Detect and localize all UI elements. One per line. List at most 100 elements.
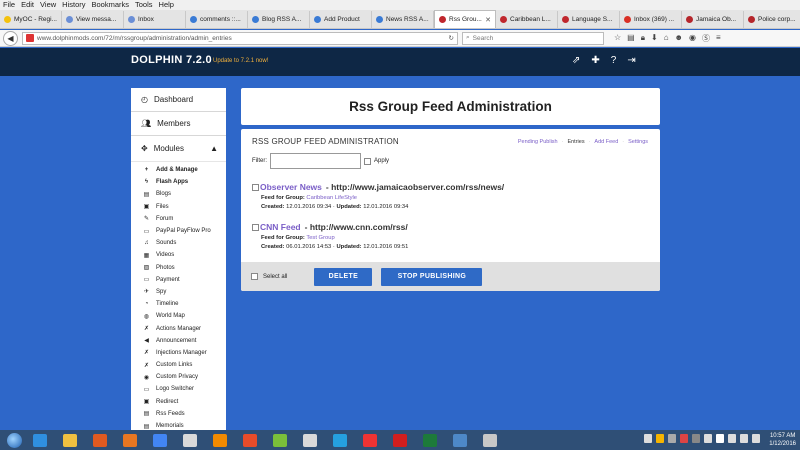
apply-checkbox[interactable] (364, 157, 371, 165)
menu-icon[interactable]: ≡ (716, 33, 721, 44)
sidebar-module-item[interactable]: ▤ Memorials (131, 420, 226, 430)
feed-name-link[interactable]: Observer News (260, 182, 322, 192)
tray-icon[interactable] (668, 434, 676, 443)
browser-tab[interactable]: News RSS A... (372, 11, 434, 28)
external-link-icon[interactable]: ⇗ (572, 55, 580, 66)
menu-item[interactable]: Tools (135, 0, 153, 10)
feed-checkbox[interactable] (252, 223, 259, 231)
sidebar-module-item[interactable]: ✈ Spy (131, 286, 226, 298)
tray-icon[interactable] (716, 434, 724, 443)
sidebar-module-item[interactable]: ▭ Payment (131, 274, 226, 286)
browser-tab[interactable]: comments ::... (186, 11, 248, 28)
tray-icon[interactable] (656, 434, 664, 443)
taskbar-app-icon[interactable] (295, 431, 325, 449)
taskbar-app-icon[interactable] (475, 431, 505, 449)
sidebar-module-item[interactable]: + Add & Manage (131, 164, 226, 176)
tray-icon[interactable] (692, 434, 700, 443)
download-icon[interactable]: ⬇ (651, 33, 658, 44)
settings-link[interactable]: Settings (628, 139, 648, 145)
group-link[interactable]: Caribbean LifeStyle (306, 195, 357, 201)
sidebar-module-item[interactable]: ♫ Sounds (131, 237, 226, 249)
select-all-checkbox[interactable] (251, 273, 258, 280)
menu-item[interactable]: History (62, 0, 85, 10)
browser-tab[interactable]: Inbox (124, 11, 186, 28)
tray-icon[interactable] (740, 434, 748, 443)
taskbar-app-icon[interactable] (85, 431, 115, 449)
menu-item[interactable]: Help (159, 0, 174, 10)
clock[interactable]: 10:57 AM 1/12/2016 (769, 432, 796, 448)
tray-icon[interactable] (752, 434, 760, 443)
sidebar-module-item[interactable]: ✗ Custom Links (131, 359, 226, 371)
sidebar-module-item[interactable]: ▤ Rss Feeds (131, 408, 226, 420)
taskbar-app-icon[interactable] (145, 431, 175, 449)
delete-button[interactable]: DELETE (314, 267, 373, 286)
browser-tab[interactable]: Add Product (310, 11, 372, 28)
menu-item[interactable]: View (40, 0, 56, 10)
url-bar[interactable]: www.dolphinmods.com/72/m/rssgroup/admini… (22, 31, 458, 45)
menu-item[interactable]: File (3, 0, 15, 10)
sidebar-module-item[interactable]: ▣ Files (131, 201, 226, 213)
browser-tab[interactable]: Police corp... (744, 11, 800, 28)
group-link[interactable]: Test Group (306, 235, 334, 241)
back-button[interactable]: ◀ (3, 30, 18, 46)
feed-name-link[interactable]: CNN Feed (260, 222, 301, 232)
menu-item[interactable]: Bookmarks (92, 0, 130, 10)
puzzle-icon[interactable]: ✚ (591, 55, 599, 66)
taskbar-app-icon[interactable] (385, 431, 415, 449)
taskbar-app-icon[interactable] (175, 431, 205, 449)
tray-icon[interactable] (704, 434, 712, 443)
browser-tab[interactable]: View messa... (62, 11, 124, 28)
taskbar-app-icon[interactable] (265, 431, 295, 449)
browser-tab[interactable]: Rss Grou... ✕ (434, 10, 496, 28)
start-button[interactable] (3, 431, 25, 449)
stop-publishing-button[interactable]: STOP PUBLISHING (381, 267, 483, 286)
tray-icon[interactable] (644, 434, 652, 443)
menu-item[interactable]: Edit (21, 0, 34, 10)
sidebar-module-item[interactable]: ϟ Flash Apps (131, 176, 226, 188)
filter-input[interactable] (270, 153, 361, 169)
sidebar-module-item[interactable]: ▭ PayPal PayFlow Pro (131, 225, 226, 237)
taskbar-app-icon[interactable] (445, 431, 475, 449)
feed-checkbox[interactable] (252, 183, 259, 191)
browser-tab[interactable]: Language S... (558, 11, 620, 28)
close-tab-icon[interactable]: ✕ (485, 16, 491, 24)
sidebar-module-item[interactable]: ▦ Videos (131, 249, 226, 261)
sidebar-module-item[interactable]: ◔ Timeline (131, 298, 226, 310)
brand-logo[interactable]: DOLPHIN 7.2.0 (131, 54, 212, 66)
browser-tab[interactable]: Inbox (369) ... (620, 11, 682, 28)
taskbar-app-icon[interactable] (325, 431, 355, 449)
browser-tab[interactable]: Jamaica Ob... (682, 11, 744, 28)
taskbar-app-icon[interactable] (25, 431, 55, 449)
chat-icon[interactable]: ☻ (675, 33, 683, 44)
sidebar-module-item[interactable]: ▤ Blogs (131, 188, 226, 200)
home-icon[interactable]: ⌂ (664, 33, 669, 44)
browser-tab[interactable]: Blog RSS A... (248, 11, 310, 28)
sidebar-item-dashboard[interactable]: ◴ Dashboard (131, 88, 226, 112)
reload-icon[interactable]: ↻ (449, 34, 454, 42)
taskbar-app-icon[interactable] (355, 431, 385, 449)
pending-publish-link[interactable]: Pending Publish (518, 139, 558, 145)
sidebar-module-item[interactable]: ▨ Photos (131, 262, 226, 274)
add-feed-link[interactable]: Add Feed (594, 139, 618, 145)
taskbar-app-icon[interactable] (235, 431, 265, 449)
sidebar-module-item[interactable]: ✎ Forum (131, 213, 226, 225)
entries-link[interactable]: Entries (567, 139, 584, 145)
sidebar-module-item[interactable]: ◉ Custom Privacy (131, 371, 226, 383)
lock-icon[interactable]: 🔒︎ (641, 33, 645, 44)
logout-icon[interactable]: ⇥ (627, 55, 635, 66)
sidebar-item-members[interactable]: 👥︎ Members (131, 112, 226, 136)
bookmark-star-icon[interactable]: ☆ (614, 33, 621, 44)
taskbar-app-icon[interactable] (115, 431, 145, 449)
help-icon[interactable]: ? (611, 55, 617, 66)
taskbar-app-icon[interactable] (55, 431, 85, 449)
tray-icon[interactable] (728, 434, 736, 443)
search-input[interactable]: ⌕ Search (462, 31, 604, 45)
sidebar-module-item[interactable]: ✗ Injections Manager (131, 347, 226, 359)
skype-icon[interactable]: Ⓢ (702, 33, 710, 44)
sidebar-module-item[interactable]: ▭ Logo Switcher (131, 383, 226, 395)
reading-list-icon[interactable]: ▤ (627, 33, 635, 44)
sidebar-item-modules[interactable]: ✥ Modules ▲ (131, 136, 226, 162)
sidebar-module-item[interactable]: ◍ World Map (131, 310, 226, 322)
sidebar-module-item[interactable]: ✗ Actions Manager (131, 322, 226, 334)
tray-icon[interactable] (680, 434, 688, 443)
